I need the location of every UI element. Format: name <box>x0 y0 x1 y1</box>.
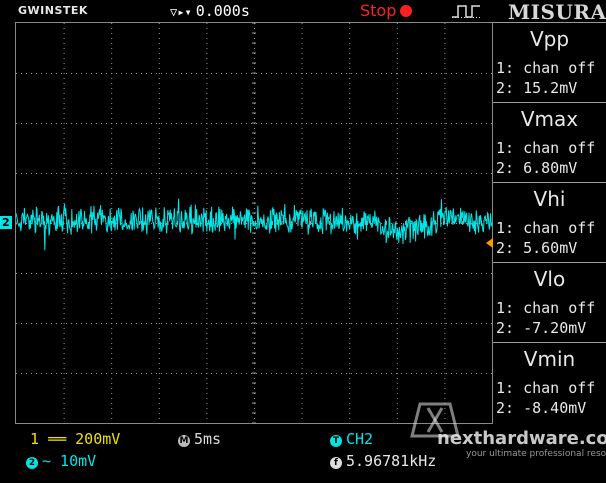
ch2-ground-marker[interactable]: 2 <box>0 216 12 229</box>
trigger-source[interactable]: T CH2 <box>330 430 373 448</box>
ch1-label: 1 <box>30 430 40 448</box>
measurement-vlo[interactable]: Vlo 1: chan off 2: -7.20mV <box>493 262 606 342</box>
ch2-scale[interactable]: 2 ∼ 10mV <box>26 452 96 470</box>
waveform-display[interactable] <box>15 22 493 424</box>
watermark-name: nexthardware.com <box>437 428 606 449</box>
trigger-source-value: CH2 <box>346 430 374 448</box>
brand-logo: GWINSTEK <box>18 4 88 17</box>
measurement-ch2-value: 2: 15.2mV <box>496 79 578 97</box>
trigger-delay-value: 0.000s <box>195 2 250 20</box>
measurement-ch1-value: 1: chan off <box>496 219 596 237</box>
watermark-tagline: your ultimate professional resource <box>466 449 606 459</box>
trigger-badge-icon: T <box>330 435 342 447</box>
measurement-title: Vmin <box>523 347 576 371</box>
measurement-ch1-value: 1: chan off <box>496 139 596 157</box>
timebase-value: 5ms <box>194 430 222 448</box>
timebase-badge-icon: M <box>178 435 190 447</box>
ch2-scale-value: ∼ 10mV <box>42 452 97 470</box>
measurement-title: Vhi <box>533 187 566 211</box>
ch1-scale-value: ══ 200mV <box>48 430 121 448</box>
measurement-vhi[interactable]: Vhi 1: chan off 2: 5.60mV <box>493 182 606 262</box>
measurement-title: Vlo <box>533 267 566 291</box>
stop-icon <box>400 5 413 17</box>
run-state-label: Stop <box>360 1 397 20</box>
frequency-badge-icon: f <box>330 457 342 469</box>
ch2-badge-icon: 2 <box>26 457 38 469</box>
trigger-level-marker[interactable] <box>486 238 493 248</box>
mode-label: MISURA <box>508 0 606 24</box>
measurement-ch1-value: 1: chan off <box>496 59 596 77</box>
measurement-title: Vpp <box>529 27 570 51</box>
measurement-ch1-value: 1: chan off <box>496 299 596 317</box>
trigger-delay-readout: ▽▸▾ 0.000s <box>170 2 250 20</box>
trigger-position-icon: ▽▸▾ <box>170 5 192 19</box>
measurement-vmax[interactable]: Vmax 1: chan off 2: 6.80mV <box>493 102 606 182</box>
measurement-vpp[interactable]: Vpp 1: chan off 2: 15.2mV <box>493 22 606 102</box>
run-state-indicator[interactable]: Stop <box>360 1 413 20</box>
trigger-edge-icon <box>452 5 480 18</box>
measurement-title: Vmax <box>520 107 579 131</box>
timebase[interactable]: M 5ms <box>178 430 221 448</box>
ch2-waveform <box>16 198 493 251</box>
measurement-ch2-value: 2: -7.20mV <box>496 319 587 337</box>
measurement-ch2-value: 2: 6.80mV <box>496 159 578 177</box>
measurement-ch1-value: 1: chan off <box>496 379 596 397</box>
ch1-scale[interactable]: 1 ══ 200mV <box>30 430 120 448</box>
measurement-panel: Vpp 1: chan off 2: 15.2mV Vmax 1: chan o… <box>493 22 606 427</box>
ch2-trace <box>16 198 493 251</box>
top-status-bar: GWINSTEK ▽▸▾ 0.000s Stop MISURA <box>0 0 606 24</box>
measurement-ch2-value: 2: 5.60mV <box>496 239 578 257</box>
